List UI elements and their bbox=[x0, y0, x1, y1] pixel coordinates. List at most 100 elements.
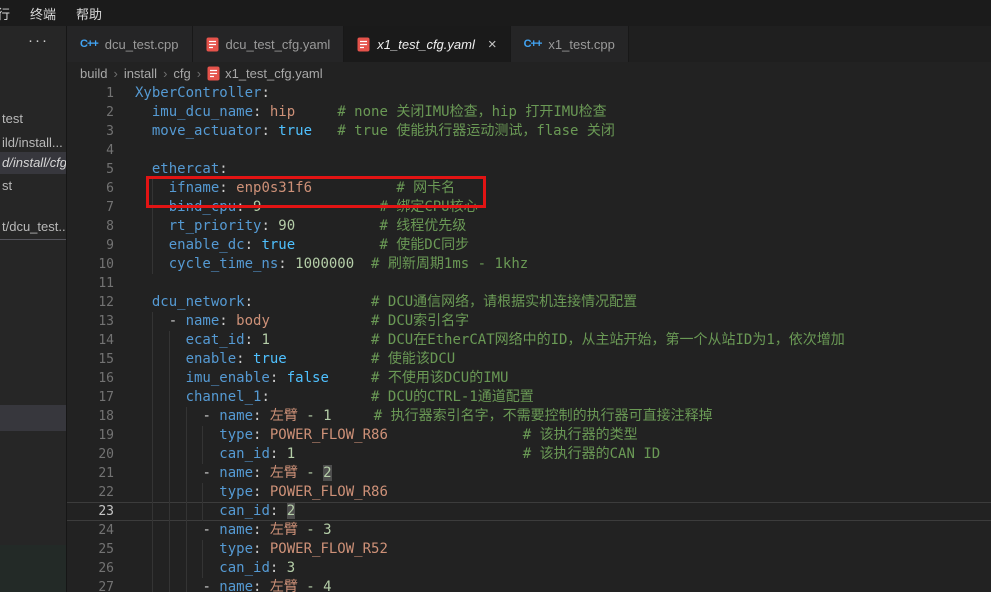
code-text: cycle_time_ns: 1000000 # 刷新周期1ms - 1khz bbox=[135, 255, 528, 274]
code-line-4[interactable]: 4 bbox=[67, 141, 991, 160]
code-line-19[interactable]: 19 type: POWER_FLOW_R86 # 该执行器的类型 bbox=[67, 426, 991, 445]
sidebar-item-4[interactable]: t/dcu_test... bbox=[0, 216, 66, 240]
line-number: 5 bbox=[67, 160, 114, 179]
line-number: 14 bbox=[67, 331, 114, 350]
breadcrumb-segment[interactable]: install bbox=[124, 66, 157, 81]
code-line-8[interactable]: 8 rt_priority: 90 # 线程优先级 bbox=[67, 217, 991, 236]
indent-guide bbox=[152, 540, 153, 559]
indent-guide bbox=[152, 255, 153, 274]
code-line-26[interactable]: 26 can_id: 3 bbox=[67, 559, 991, 578]
code-text: can_id: 2 bbox=[135, 502, 295, 521]
highlight-annotation-box bbox=[146, 176, 486, 208]
code-line-18[interactable]: 18 - name: 左臂 - 1 # 执行器索引名字，不需要控制的执行器可直接… bbox=[67, 407, 991, 426]
indent-guide bbox=[152, 464, 153, 483]
close-tab-icon[interactable]: × bbox=[488, 37, 497, 52]
more-actions-icon[interactable]: ··· bbox=[28, 32, 49, 49]
tab-label: x1_test.cpp bbox=[548, 37, 615, 52]
code-line-22[interactable]: 22 type: POWER_FLOW_R86 bbox=[67, 483, 991, 502]
sidebar-item-2[interactable]: d/install/cfg bbox=[0, 152, 66, 174]
tab-label: dcu_test.cpp bbox=[105, 37, 179, 52]
code-line-16[interactable]: 16 imu_enable: false # 不使用该DCU的IMU bbox=[67, 369, 991, 388]
code-line-13[interactable]: 13 - name: body # DCU索引名字 bbox=[67, 312, 991, 331]
breadcrumb-segment[interactable]: build bbox=[80, 66, 107, 81]
code-line-2[interactable]: 2 imu_dcu_name: hip # none 关闭IMU检查，hip 打… bbox=[67, 103, 991, 122]
indent-guide bbox=[152, 369, 153, 388]
line-number: 18 bbox=[67, 407, 114, 426]
code-line-27[interactable]: 27 - name: 左臂 - 4 bbox=[67, 578, 991, 592]
indent-guide bbox=[186, 483, 187, 502]
code-text: can_id: 1 # 该执行器的CAN ID bbox=[135, 445, 660, 464]
code-text: imu_enable: false # 不使用该DCU的IMU bbox=[135, 369, 508, 388]
code-text: - name: body # DCU索引名字 bbox=[135, 312, 469, 331]
tab-x1-test-cpp[interactable]: C++x1_test.cpp bbox=[511, 26, 629, 62]
line-number: 24 bbox=[67, 521, 114, 540]
indent-guide bbox=[169, 350, 170, 369]
indent-guide bbox=[186, 540, 187, 559]
code-line-14[interactable]: 14 ecat_id: 1 # DCU在EtherCAT网络中的ID，从主站开始… bbox=[67, 331, 991, 350]
tab-dcu-test-cpp[interactable]: C++dcu_test.cpp bbox=[67, 26, 193, 62]
menu-item-0[interactable]: 行 bbox=[0, 4, 10, 23]
code-text: type: POWER_FLOW_R86 # 该执行器的类型 bbox=[135, 426, 638, 445]
tab-dcu-test-cfg-yaml[interactable]: dcu_test_cfg.yaml bbox=[193, 26, 345, 62]
code-text: move_actuator: true # true 使能执行器运动测试，fla… bbox=[135, 122, 615, 141]
line-number: 3 bbox=[67, 122, 114, 141]
indent-guide bbox=[186, 502, 187, 521]
code-text: rt_priority: 90 # 线程优先级 bbox=[135, 217, 466, 236]
indent-guide bbox=[186, 426, 187, 445]
tab-label: x1_test_cfg.yaml bbox=[377, 37, 475, 52]
code-line-1[interactable]: 1 XyberController: bbox=[67, 84, 991, 103]
sidebar-bottom-panel bbox=[0, 545, 66, 592]
indent-guide bbox=[152, 445, 153, 464]
code-line-3[interactable]: 3 move_actuator: true # true 使能执行器运动测试，f… bbox=[67, 122, 991, 141]
code-line-10[interactable]: 10 cycle_time_ns: 1000000 # 刷新周期1ms - 1k… bbox=[67, 255, 991, 274]
line-number: 6 bbox=[67, 179, 114, 198]
breadcrumb-segment[interactable]: cfg bbox=[173, 66, 190, 81]
line-number: 12 bbox=[67, 293, 114, 312]
line-number: 2 bbox=[67, 103, 114, 122]
indent-guide bbox=[169, 483, 170, 502]
sidebar-item-0[interactable]: test bbox=[0, 108, 66, 130]
sidebar-item-1[interactable]: ild/install... bbox=[0, 132, 66, 154]
code-text: ecat_id: 1 # DCU在EtherCAT网络中的ID，从主站开始，第一… bbox=[135, 331, 845, 350]
code-line-15[interactable]: 15 enable: true # 使能该DCU bbox=[67, 350, 991, 369]
indent-guide bbox=[202, 559, 203, 578]
code-line-17[interactable]: 17 channel_1: # DCU的CTRL-1通道配置 bbox=[67, 388, 991, 407]
code-line-9[interactable]: 9 enable_dc: true # 使能DC同步 bbox=[67, 236, 991, 255]
line-number: 20 bbox=[67, 445, 114, 464]
code-editor[interactable]: 1 XyberController:2 imu_dcu_name: hip # n… bbox=[67, 84, 991, 592]
line-number: 23 bbox=[67, 502, 114, 521]
indent-guide bbox=[169, 426, 170, 445]
code-line-20[interactable]: 20 can_id: 1 # 该执行器的CAN ID bbox=[67, 445, 991, 464]
sidebar-selected-row[interactable] bbox=[0, 405, 66, 431]
indent-guide bbox=[169, 521, 170, 540]
menu-item-1[interactable]: 终端 bbox=[30, 4, 56, 23]
code-line-25[interactable]: 25 type: POWER_FLOW_R52 bbox=[67, 540, 991, 559]
indent-guide bbox=[186, 407, 187, 426]
code-text: XyberController: bbox=[135, 84, 270, 103]
code-line-23[interactable]: 23 can_id: 2 bbox=[67, 502, 991, 521]
indent-guide bbox=[152, 426, 153, 445]
sidebar-item-3[interactable]: st bbox=[0, 175, 66, 197]
line-number: 1 bbox=[67, 84, 114, 103]
indent-guide bbox=[169, 369, 170, 388]
menu-item-2[interactable]: 帮助 bbox=[76, 4, 102, 23]
line-number: 26 bbox=[67, 559, 114, 578]
code-line-24[interactable]: 24 - name: 左臂 - 3 bbox=[67, 521, 991, 540]
breadcrumb-file[interactable]: x1_test_cfg.yaml bbox=[207, 66, 323, 81]
line-number: 4 bbox=[67, 141, 114, 160]
line-number: 16 bbox=[67, 369, 114, 388]
indent-guide bbox=[169, 502, 170, 521]
indent-guide bbox=[169, 331, 170, 350]
code-line-12[interactable]: 12 dcu_network: # DCU通信网络，请根据实机连接情况配置 bbox=[67, 293, 991, 312]
indent-guide bbox=[186, 521, 187, 540]
line-number: 9 bbox=[67, 236, 114, 255]
tab-x1-test-cfg-yaml[interactable]: x1_test_cfg.yaml × bbox=[344, 26, 510, 62]
line-number: 17 bbox=[67, 388, 114, 407]
code-line-11[interactable]: 11 bbox=[67, 274, 991, 293]
yaml-file-icon bbox=[207, 66, 220, 81]
code-line-21[interactable]: 21 - name: 左臂 - 2 bbox=[67, 464, 991, 483]
tab-label: dcu_test_cfg.yaml bbox=[226, 37, 331, 52]
code-text: enable: true # 使能该DCU bbox=[135, 350, 455, 369]
chevron-right-icon: › bbox=[113, 66, 117, 81]
indent-guide bbox=[202, 445, 203, 464]
